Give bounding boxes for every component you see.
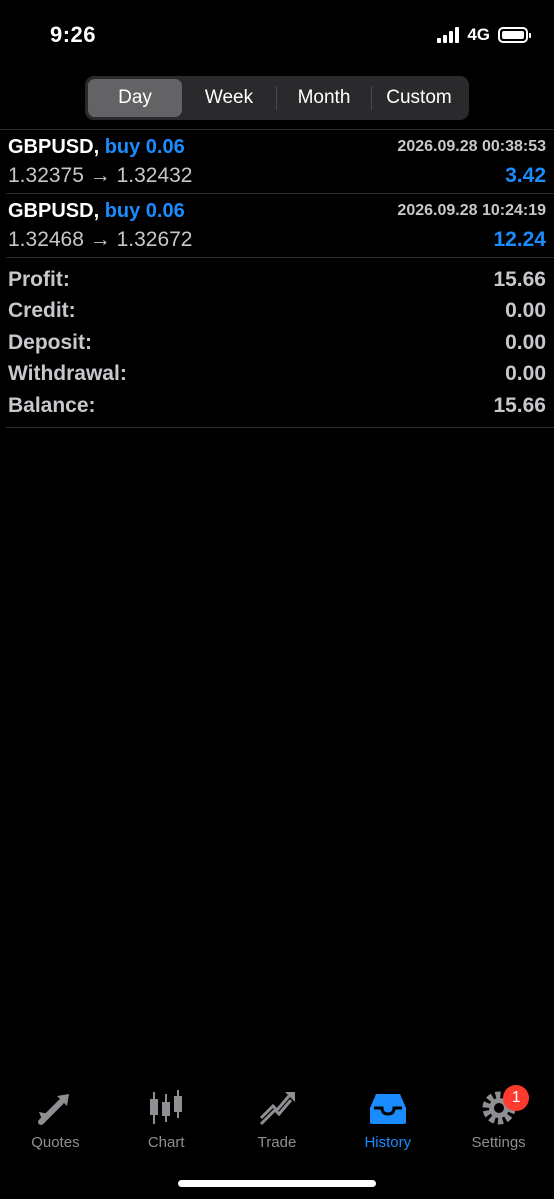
network-type: 4G — [467, 25, 490, 44]
notification-badge: 1 — [503, 1085, 530, 1111]
tab-settings[interactable]: Settings 1 — [443, 1080, 554, 1160]
tab-trade[interactable]: Trade — [222, 1080, 333, 1160]
period-custom-button[interactable]: Custom — [372, 79, 466, 117]
tab-label: Quotes — [31, 1134, 80, 1151]
trade-row[interactable]: GBPUSD, buy 0.06 2026.09.28 10:24:19 1.3… — [0, 194, 554, 258]
period-day-button[interactable]: Day — [88, 79, 182, 117]
tab-label: History — [364, 1134, 412, 1151]
period-month-button[interactable]: Month — [277, 79, 371, 117]
trade-icon — [259, 1092, 295, 1126]
tab-chart[interactable]: Chart — [111, 1080, 222, 1160]
summary-profit: Profit: 15.66 — [8, 267, 546, 291]
trade-datetime: 2026.09.28 00:38:53 — [397, 138, 546, 155]
tab-bar: Quotes Chart Trade History Settings 1 — [0, 1080, 554, 1160]
trade-datetime: 2026.09.28 10:24:19 — [397, 202, 546, 219]
tab-label: Trade — [257, 1134, 297, 1151]
tab-history[interactable]: History — [332, 1080, 443, 1160]
summary-credit: Credit: 0.00 — [8, 299, 546, 323]
trade-symbol: GBPUSD, buy 0.06 — [8, 136, 185, 158]
trade-symbol: GBPUSD, buy 0.06 — [8, 200, 185, 222]
battery-icon — [498, 27, 531, 43]
tab-label: Chart — [147, 1134, 185, 1151]
period-selector: Day Week Month Custom — [85, 76, 469, 120]
summary-balance: Balance: 15.66 — [8, 393, 546, 417]
trade-profit: 12.24 — [493, 228, 546, 251]
summary-deposit: Deposit: 0.00 — [8, 330, 546, 354]
account-summary: Profit: 15.66 Credit: 0.00 Deposit: 0.00 Wi… — [0, 264, 554, 422]
quotes-icon — [38, 1094, 70, 1125]
trade-type: buy 0.06 — [104, 200, 185, 222]
period-week-button[interactable]: Week — [182, 79, 276, 117]
trade-row[interactable]: GBPUSD, buy 0.06 2026.09.28 00:38:53 1.3… — [0, 130, 554, 194]
trade-type: buy 0.06 — [104, 136, 185, 158]
summary-withdrawal: Withdrawal: 0.00 — [8, 362, 546, 386]
divider — [6, 257, 554, 258]
trade-profit: 3.42 — [505, 164, 546, 187]
status-bar: 9:26 4G — [0, 0, 554, 70]
home-indicator[interactable] — [178, 1180, 376, 1187]
tab-quotes[interactable]: Quotes — [0, 1080, 111, 1160]
signal-icon — [437, 27, 460, 43]
status-time: 9:26 — [50, 22, 97, 47]
divider — [6, 427, 554, 428]
trade-prices: 1.32468 → 1.32672 — [8, 228, 193, 251]
trade-prices: 1.32375 → 1.32432 — [8, 164, 193, 187]
history-icon — [369, 1094, 406, 1124]
tab-label: Settings — [471, 1134, 526, 1151]
status-indicators: 4G — [437, 25, 531, 45]
chart-icon — [150, 1090, 183, 1124]
